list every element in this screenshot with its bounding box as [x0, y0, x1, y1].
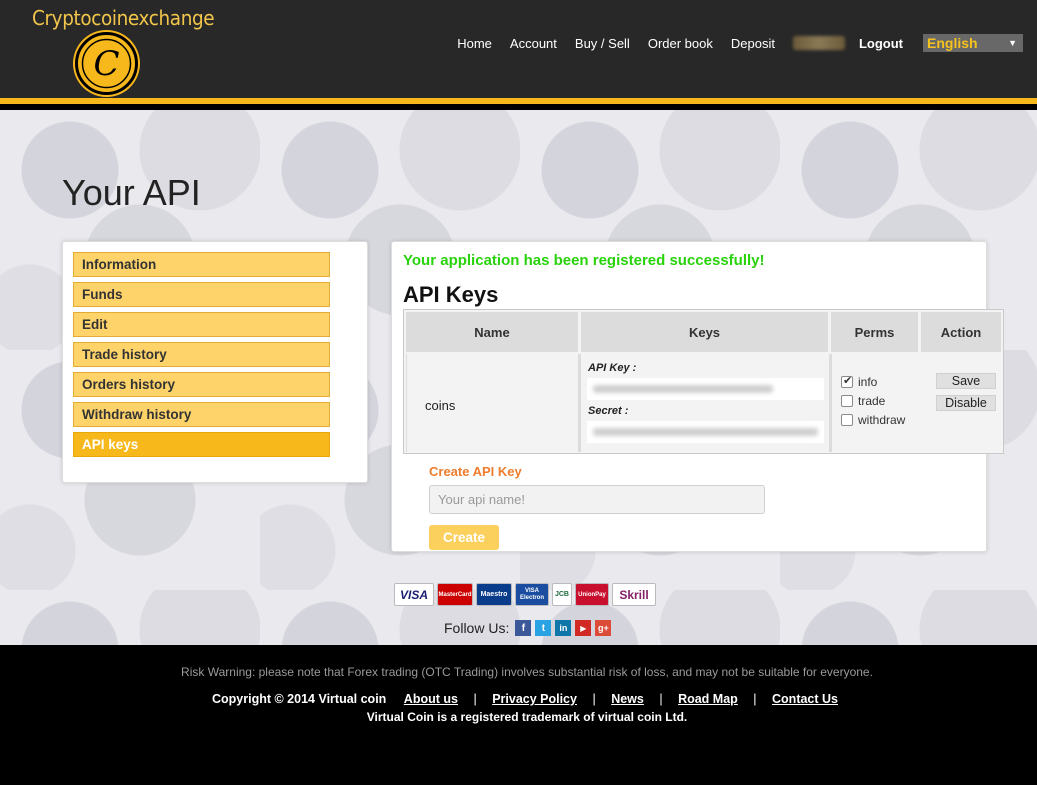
- api-key-value-redacted[interactable]: [587, 378, 824, 400]
- payment-logos: VISA MasterCard Maestro VISA Electron JC…: [394, 583, 656, 606]
- perm-withdraw-label: withdraw: [858, 413, 906, 427]
- sidebar-item-api-keys[interactable]: API keys: [73, 432, 330, 457]
- sidebar-item-edit[interactable]: Edit: [73, 312, 330, 337]
- main-nav: Home Account Buy / Sell Order book Depos…: [439, 34, 1023, 52]
- twitter-icon[interactable]: t: [535, 620, 552, 636]
- mastercard-logo: MasterCard: [437, 583, 473, 606]
- disable-button[interactable]: Disable: [936, 395, 996, 411]
- trademark-notice: Virtual Coin is a registered trademark o…: [366, 710, 688, 724]
- perm-info-checkbox[interactable]: [841, 374, 853, 388]
- perm-withdraw[interactable]: withdraw: [841, 413, 905, 427]
- copyright: Copyright © 2014 Virtual coin: [212, 692, 387, 706]
- skrill-logo: Skrill: [612, 583, 656, 606]
- perm-info-label: info: [858, 375, 878, 389]
- footer-news[interactable]: News: [611, 692, 644, 706]
- footer-road-map[interactable]: Road Map: [678, 692, 738, 706]
- risk-warning: Risk Warning: please note that Forex tra…: [181, 665, 873, 679]
- th-name: Name: [406, 312, 580, 352]
- language-value: English: [927, 35, 978, 51]
- perm-trade-checkbox[interactable]: [841, 395, 853, 407]
- th-keys: Keys: [581, 312, 830, 352]
- svg-text:C: C: [93, 44, 119, 84]
- api-keys-title: API Keys: [403, 282, 499, 307]
- logo-text[interactable]: Cryptocoinexchange: [32, 6, 215, 30]
- table-row-name-cell: coins: [406, 354, 580, 452]
- sidebar-item-information[interactable]: Information: [73, 252, 330, 277]
- api-keys-table: Name Keys Perms Action coins API Key : S…: [403, 309, 1004, 454]
- footer-links: Copyright © 2014 Virtual coin About us |…: [212, 692, 838, 706]
- th-perms: Perms: [831, 312, 920, 352]
- site-footer: Risk Warning: please note that Forex tra…: [0, 645, 1037, 785]
- secret-label: Secret :: [588, 405, 629, 417]
- maestro-logo: Maestro: [476, 583, 512, 606]
- visa-logo: VISA: [394, 583, 434, 606]
- caret-down-icon: ▼: [1008, 38, 1017, 48]
- nav-account[interactable]: Account: [510, 36, 557, 51]
- footer-about-us[interactable]: About us: [404, 692, 458, 706]
- api-key-label: API Key :: [588, 362, 637, 374]
- success-message: Your application has been registered suc…: [403, 252, 765, 269]
- sidebar: Information Funds Edit Trade history Ord…: [62, 241, 368, 483]
- table-row-keys-cell: API Key : Secret :: [580, 354, 831, 452]
- follow-us: Follow Us: f t in ▶ g+: [444, 620, 612, 636]
- perm-withdraw-checkbox[interactable]: [841, 414, 853, 426]
- footer-privacy-policy[interactable]: Privacy Policy: [492, 692, 577, 706]
- secret-value-redacted[interactable]: [587, 421, 824, 443]
- create-button[interactable]: Create: [429, 525, 499, 550]
- perm-info[interactable]: info: [841, 374, 878, 389]
- language-select[interactable]: English ▼: [923, 34, 1023, 52]
- perm-trade[interactable]: trade: [841, 394, 885, 408]
- th-action: Action: [921, 312, 1001, 352]
- table-row-perms-cell: info trade withdraw Save Disable: [831, 354, 1001, 452]
- jcb-logo: JCB: [552, 583, 572, 606]
- nav-buy-sell[interactable]: Buy / Sell: [575, 36, 630, 51]
- facebook-icon[interactable]: f: [515, 620, 532, 636]
- site-header: Cryptocoinexchange C Home Account Buy / …: [0, 0, 1037, 104]
- create-api-key-label: Create API Key: [429, 464, 522, 479]
- google-plus-icon[interactable]: g+: [595, 620, 612, 636]
- unionpay-logo: UnionPay: [575, 583, 609, 606]
- visa-electron-logo: VISA Electron: [515, 583, 549, 606]
- main-area: Your API Information Funds Edit Trade hi…: [0, 110, 1037, 645]
- logo-coin-icon[interactable]: C: [75, 32, 138, 95]
- page-title: Your API: [62, 172, 201, 213]
- nav-order-book[interactable]: Order book: [648, 36, 713, 51]
- username-redacted[interactable]: [792, 36, 845, 50]
- nav-deposit[interactable]: Deposit: [731, 36, 775, 51]
- api-key-name: coins: [425, 398, 456, 413]
- follow-us-label: Follow Us:: [444, 620, 510, 636]
- sidebar-item-orders-history[interactable]: Orders history: [73, 372, 330, 397]
- nav-logout[interactable]: Logout: [859, 36, 903, 51]
- perm-trade-label: trade: [858, 394, 886, 408]
- sidebar-item-withdraw-history[interactable]: Withdraw history: [73, 402, 330, 427]
- sidebar-item-funds[interactable]: Funds: [73, 282, 330, 307]
- sidebar-item-trade-history[interactable]: Trade history: [73, 342, 330, 367]
- nav-home[interactable]: Home: [457, 36, 492, 51]
- footer-contact-us[interactable]: Contact Us: [772, 692, 838, 706]
- save-button[interactable]: Save: [936, 373, 996, 389]
- api-name-input[interactable]: [429, 485, 765, 514]
- api-content-panel: Your application has been registered suc…: [391, 241, 1004, 552]
- youtube-icon[interactable]: ▶: [575, 620, 592, 636]
- linkedin-icon[interactable]: in: [555, 620, 572, 636]
